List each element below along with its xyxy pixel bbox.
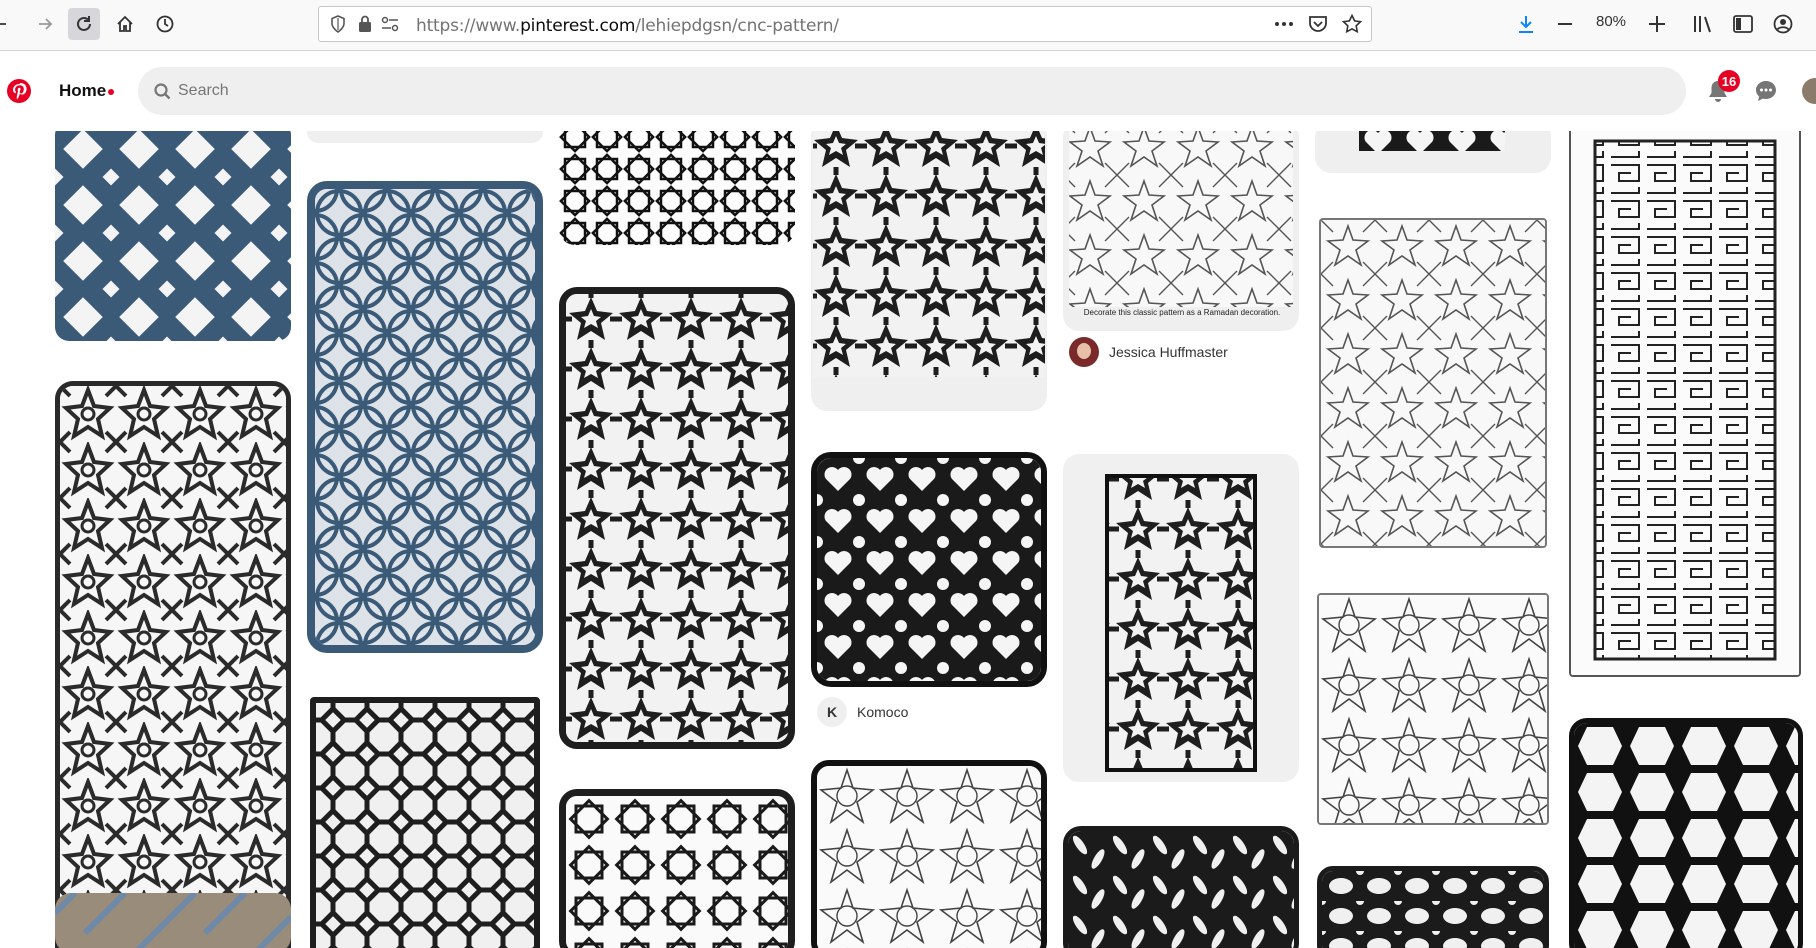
attribution-name: Komoco <box>857 704 909 720</box>
reload-icon[interactable] <box>68 8 100 40</box>
home-tab[interactable]: Home <box>59 81 106 101</box>
history-icon[interactable] <box>149 8 181 40</box>
pocket-icon[interactable] <box>1305 11 1331 37</box>
forward-icon[interactable] <box>29 8 61 40</box>
profile-avatar[interactable] <box>1802 78 1816 104</box>
zoom-in-icon[interactable] <box>1644 11 1670 37</box>
shield-icon[interactable] <box>325 11 351 37</box>
pin-blue-lattice[interactable] <box>55 131 291 341</box>
notifications-count-badge: 16 <box>1718 70 1740 92</box>
url-text[interactable]: https://www.pinterest.com/lehiepdgsn/cnc… <box>416 16 839 36</box>
pin-star-outline[interactable] <box>1319 218 1547 548</box>
bookmark-star-icon[interactable] <box>1339 11 1365 37</box>
url-path: /lehiepdgsn/cnc-pattern/ <box>635 16 839 36</box>
pin-blue-circles[interactable] <box>307 181 543 653</box>
pin-attribution-jessica[interactable]: Jessica Huffmaster <box>1069 337 1228 367</box>
search-icon <box>154 83 171 105</box>
address-bar[interactable]: https://www.pinterest.com/lehiepdgsn/cnc… <box>318 6 1372 42</box>
pin-top-strip[interactable] <box>1315 131 1551 173</box>
url-host: pinterest.com <box>520 16 636 36</box>
pin-attribution-komoco[interactable]: K Komoco <box>817 697 908 727</box>
pin-dense-lattice[interactable] <box>310 697 540 948</box>
library-icon[interactable] <box>1690 11 1716 37</box>
search-placeholder: Search <box>178 82 229 99</box>
avatar-komoco: K <box>817 697 847 727</box>
pin-ramadan-pattern[interactable]: Decorate this classic pattern as a Ramad… <box>1063 131 1299 331</box>
pinterest-header: Home Search 16 <box>0 51 1816 131</box>
pin-dark-rosette[interactable] <box>55 381 291 948</box>
pin-octagon-rose[interactable] <box>1317 593 1549 825</box>
permissions-icon[interactable] <box>377 11 403 37</box>
messages-icon[interactable] <box>1754 79 1778 108</box>
home-unread-dot <box>108 89 114 95</box>
zoom-out-icon[interactable] <box>1552 11 1578 37</box>
pinterest-logo-icon[interactable] <box>6 78 32 109</box>
home-icon[interactable] <box>109 8 141 40</box>
page-actions-icon[interactable] <box>1271 11 1297 37</box>
search-input[interactable]: Search <box>138 67 1686 115</box>
pin-dark-geometric[interactable] <box>811 131 1047 411</box>
pin-heart-lattice[interactable] <box>811 452 1047 687</box>
pin-leaf-panel[interactable] <box>1063 826 1299 948</box>
pin-3d-panel[interactable] <box>55 893 291 948</box>
back-icon[interactable] <box>0 8 16 40</box>
pin-caption: Decorate this classic pattern as a Ramad… <box>1083 308 1281 317</box>
pin-star-stencil[interactable] <box>1063 454 1299 782</box>
pin-star-panel[interactable] <box>559 287 795 749</box>
avatar-jessica <box>1069 337 1099 367</box>
pin-star-tiles[interactable] <box>559 131 795 245</box>
sidebar-icon[interactable] <box>1730 11 1756 37</box>
pin-oval-panel[interactable] <box>1317 866 1549 948</box>
browser-toolbar: https://www.pinterest.com/lehiepdgsn/cnc… <box>0 0 1816 51</box>
pin-rosette-square[interactable] <box>811 760 1047 948</box>
pin-bold-lattice[interactable] <box>559 789 795 948</box>
pin-feed: K Komoco Decorate this classic pattern a… <box>0 131 1816 948</box>
attribution-name: Jessica Huffmaster <box>1109 344 1228 360</box>
pin-top-partial[interactable] <box>307 131 543 143</box>
url-prefix: https://www. <box>416 16 521 36</box>
pin-hex-lattice[interactable] <box>1569 718 1803 948</box>
pin-maze-panel[interactable] <box>1569 131 1801 677</box>
account-icon[interactable] <box>1770 11 1796 37</box>
zoom-level[interactable]: 80% <box>1596 13 1626 30</box>
download-icon[interactable] <box>1513 11 1539 37</box>
lock-icon[interactable] <box>352 11 378 37</box>
